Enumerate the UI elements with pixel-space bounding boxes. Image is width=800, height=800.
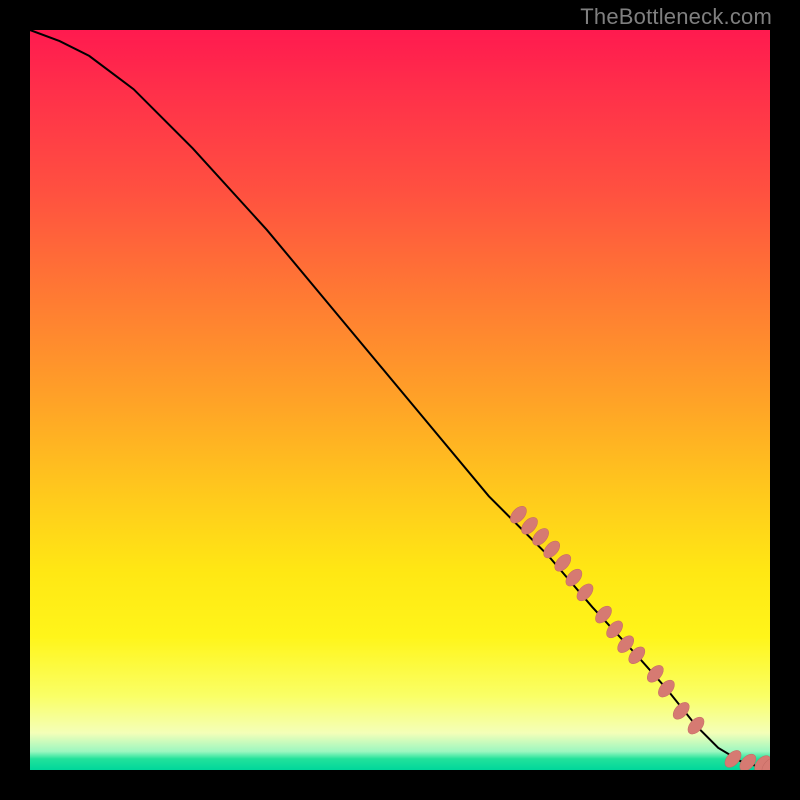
watermark-text: TheBottleneck.com — [580, 4, 772, 30]
data-marker — [574, 581, 596, 604]
data-marker — [592, 603, 614, 626]
data-markers — [507, 503, 770, 770]
chart-stage: TheBottleneck.com — [0, 0, 800, 800]
data-marker — [670, 699, 692, 722]
plot-area — [30, 30, 770, 770]
chart-svg — [30, 30, 770, 770]
curve-line — [30, 30, 770, 766]
data-marker — [644, 662, 666, 685]
